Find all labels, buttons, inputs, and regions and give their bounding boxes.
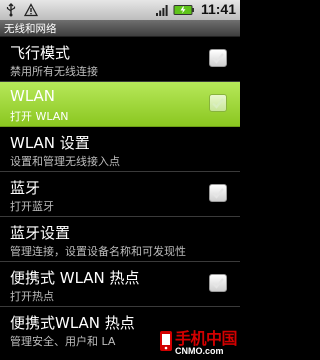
setting-title: 便携式WLAN 热点 — [10, 314, 135, 332]
airplane-mode-checkbox[interactable] — [209, 49, 227, 67]
wlan-checkbox[interactable] — [209, 94, 227, 112]
usb-icon — [4, 2, 18, 17]
settings-list: 飞行模式 禁用所有无线连接 WLAN 打开 WLAN WLAN 设置 设置和管理… — [0, 37, 240, 352]
setting-wlan-settings[interactable]: WLAN 设置 设置和管理无线接入点 — [0, 127, 240, 172]
portable-hotspot-checkbox[interactable] — [209, 274, 227, 292]
setting-wlan[interactable]: WLAN 打开 WLAN — [0, 82, 240, 127]
bluetooth-checkbox[interactable] — [209, 184, 227, 202]
setting-portable-hotspot[interactable]: 便携式 WLAN 热点 打开热点 — [0, 262, 240, 307]
setting-title: 蓝牙 — [10, 179, 41, 197]
screen-title: 无线和网络 — [4, 23, 57, 35]
setting-subtitle: 管理连接，设置设备名称和可发现性 — [10, 245, 186, 258]
battery-charging-icon — [173, 2, 195, 16]
watermark: 手机中国 CNMO.com — [159, 328, 238, 356]
setting-subtitle: 管理安全、用户和 LA — [10, 335, 116, 348]
setting-subtitle: 打开蓝牙 — [10, 200, 54, 213]
warning-icon — [23, 2, 39, 17]
setting-title: 蓝牙设置 — [10, 224, 71, 242]
setting-airplane-mode[interactable]: 飞行模式 禁用所有无线连接 — [0, 37, 240, 82]
checkmark-icon — [212, 98, 224, 109]
setting-title: WLAN 设置 — [10, 134, 90, 152]
setting-title: 飞行模式 — [10, 44, 71, 62]
setting-subtitle: 打开 WLAN — [10, 110, 69, 123]
signal-bars-icon — [155, 2, 169, 16]
checkmark-icon — [212, 188, 224, 199]
watermark-site: CNMO.com — [174, 345, 224, 356]
phone-logo-icon — [159, 330, 173, 356]
clock: 11:41 — [200, 1, 236, 17]
watermark-brand: 手机中国 — [174, 328, 238, 348]
setting-title: 便携式 WLAN 热点 — [10, 269, 140, 287]
setting-subtitle: 禁用所有无线连接 — [10, 65, 98, 78]
setting-bluetooth-settings[interactable]: 蓝牙设置 管理连接，设置设备名称和可发现性 — [0, 217, 240, 262]
status-bar: 11:41 — [0, 0, 240, 21]
screen-title-bar: 无线和网络 — [0, 20, 240, 37]
setting-subtitle: 设置和管理无线接入点 — [10, 155, 120, 168]
setting-title: WLAN — [10, 87, 56, 105]
setting-bluetooth[interactable]: 蓝牙 打开蓝牙 — [0, 172, 240, 217]
checkmark-icon — [212, 278, 224, 289]
checkmark-icon — [212, 53, 224, 64]
setting-subtitle: 打开热点 — [10, 290, 54, 303]
